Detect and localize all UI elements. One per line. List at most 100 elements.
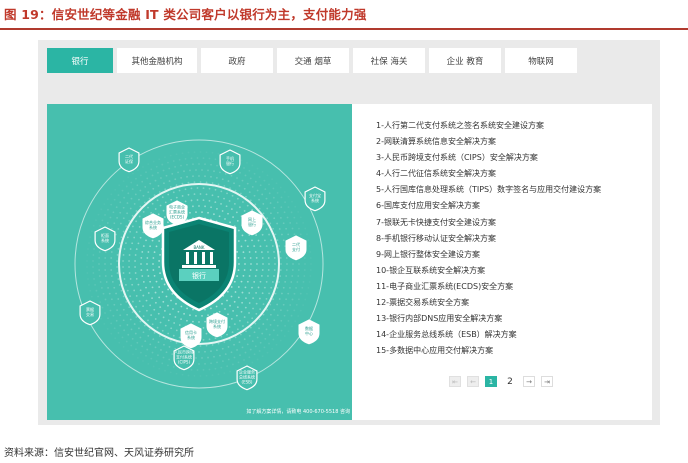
- halo-dot: [279, 339, 282, 342]
- solution-item[interactable]: 5-人行国库信息处理系统（TIPS）数字签名与应用交付建设方案: [376, 182, 601, 198]
- halo-dot: [158, 286, 161, 288]
- halo-dot: [251, 186, 254, 188]
- tab-6[interactable]: 物联网: [505, 48, 577, 73]
- halo-dot: [249, 177, 252, 180]
- halo-dot: [98, 251, 101, 253]
- halo-dot: [266, 351, 269, 354]
- tab-2[interactable]: 政府: [201, 48, 273, 73]
- tab-1[interactable]: 其他金融机构: [117, 48, 197, 73]
- solution-item[interactable]: 3-人民币跨境支付系统（CIPS）安全解决方案: [376, 150, 601, 166]
- halo-dot: [295, 304, 298, 306]
- halo-dot: [210, 350, 212, 353]
- halo-dot: [165, 351, 168, 354]
- halo-dot: [276, 191, 279, 194]
- halo-dot: [283, 191, 286, 193]
- halo-dot: [297, 269, 300, 271]
- halo-dot: [144, 186, 147, 188]
- halo-dot: [218, 310, 221, 313]
- next-page-button[interactable]: →: [523, 376, 535, 387]
- halo-dot: [187, 151, 190, 154]
- solution-item[interactable]: 7-银联无卡快捷支付安全建设方案: [376, 215, 601, 231]
- halo-dot: [193, 193, 196, 196]
- halo-dot: [205, 344, 208, 347]
- halo-dot: [302, 281, 305, 283]
- last-page-button[interactable]: ⇥: [541, 376, 553, 387]
- halo-dot: [110, 263, 112, 265]
- halo-dot: [226, 365, 229, 368]
- solution-item[interactable]: 4-人行二代征信系统安全解决方案: [376, 166, 601, 182]
- system-node-label: (ECDS): [170, 215, 185, 220]
- title-rule: [0, 28, 688, 30]
- halo-dot: [208, 338, 211, 341]
- halo-dot: [282, 303, 285, 306]
- halo-dot: [164, 310, 166, 312]
- halo-dot: [202, 338, 205, 341]
- halo-dot: [239, 319, 241, 322]
- halo-dot: [207, 356, 209, 359]
- solution-item[interactable]: 13-银行内部DNS应用安全解决方案: [376, 311, 601, 327]
- halo-dot: [256, 263, 258, 265]
- halo-dot: [122, 260, 124, 262]
- halo-dot: [246, 343, 249, 346]
- halo-dot: [196, 369, 199, 371]
- solution-item[interactable]: 11-电子商业汇票系统(ECDS)安全方案: [376, 279, 601, 295]
- tab-3[interactable]: 交通 烟草: [277, 48, 349, 73]
- solution-item[interactable]: 9-网上银行整体安全建设方案: [376, 247, 601, 263]
- solution-item[interactable]: 6-国库支付应用安全解决方案: [376, 198, 601, 214]
- halo-dot: [199, 345, 202, 347]
- halo-dot: [132, 353, 134, 356]
- halo-dot: [231, 363, 234, 366]
- halo-dot: [202, 157, 205, 159]
- halo-dot: [259, 280, 262, 283]
- halo-dot: [113, 327, 116, 330]
- solution-item[interactable]: 2-网联清算系统信息安全解决方案: [376, 134, 601, 150]
- halo-dot: [202, 369, 205, 371]
- halo-dot: [125, 340, 128, 343]
- first-page-button[interactable]: ⇤: [449, 376, 461, 387]
- halo-dot: [193, 151, 196, 153]
- solution-item[interactable]: 14-企业服务总线系统（ESB）解决方案: [376, 327, 601, 343]
- halo-dot: [207, 211, 209, 214]
- halo-dot: [117, 228, 120, 230]
- tab-5[interactable]: 企业 教育: [429, 48, 501, 73]
- page-1-button[interactable]: 1: [485, 376, 497, 387]
- halo-dot: [231, 331, 234, 334]
- solution-item[interactable]: 10-银企互联系统安全解决方案: [376, 263, 601, 279]
- halo-dot: [205, 374, 208, 377]
- halo-dot: [233, 182, 235, 185]
- halo-dot: [158, 191, 161, 193]
- halo-dot: [118, 184, 121, 187]
- tab-4[interactable]: 社保 海关: [353, 48, 425, 73]
- halo-dot: [204, 205, 206, 208]
- industry-tabs: 银行 其他金融机构 政府 交通 烟草 社保 海关 企业 教育 物联网: [47, 48, 577, 73]
- halo-dot: [210, 307, 212, 310]
- solution-item[interactable]: 12-票据交易系统安全方案: [376, 295, 601, 311]
- tab-0[interactable]: 银行: [47, 48, 113, 73]
- halo-dot: [268, 263, 270, 265]
- halo-dot: [122, 345, 125, 348]
- page-2-button[interactable]: 2: [503, 376, 517, 387]
- halo-dot: [306, 292, 308, 295]
- halo-dot: [119, 201, 122, 204]
- solution-item[interactable]: 1-人行第二代支付系统之签名系统安全建设方案: [376, 118, 601, 134]
- halo-dot: [273, 319, 276, 322]
- halo-dot: [154, 346, 157, 349]
- halo-dot: [178, 336, 181, 339]
- solution-item[interactable]: 15-多数据中心应用交付解决方案: [376, 343, 601, 359]
- halo-dot: [249, 199, 252, 202]
- halo-dot: [272, 329, 275, 332]
- halo-dot: [122, 254, 125, 256]
- halo-dot: [255, 302, 258, 305]
- halo-dot: [181, 182, 184, 185]
- solution-item[interactable]: 8-手机银行移动认证安全解决方案: [376, 231, 601, 247]
- halo-dot: [302, 304, 305, 307]
- halo-dot: [256, 336, 259, 339]
- halo-dot: [216, 349, 218, 352]
- halo-dot: [276, 334, 279, 337]
- halo-dot: [236, 349, 238, 351]
- halo-dot: [208, 187, 211, 190]
- halo-dot: [210, 206, 212, 209]
- halo-dot: [150, 314, 153, 316]
- halo-dot: [130, 344, 133, 347]
- prev-page-button[interactable]: ←: [467, 376, 479, 387]
